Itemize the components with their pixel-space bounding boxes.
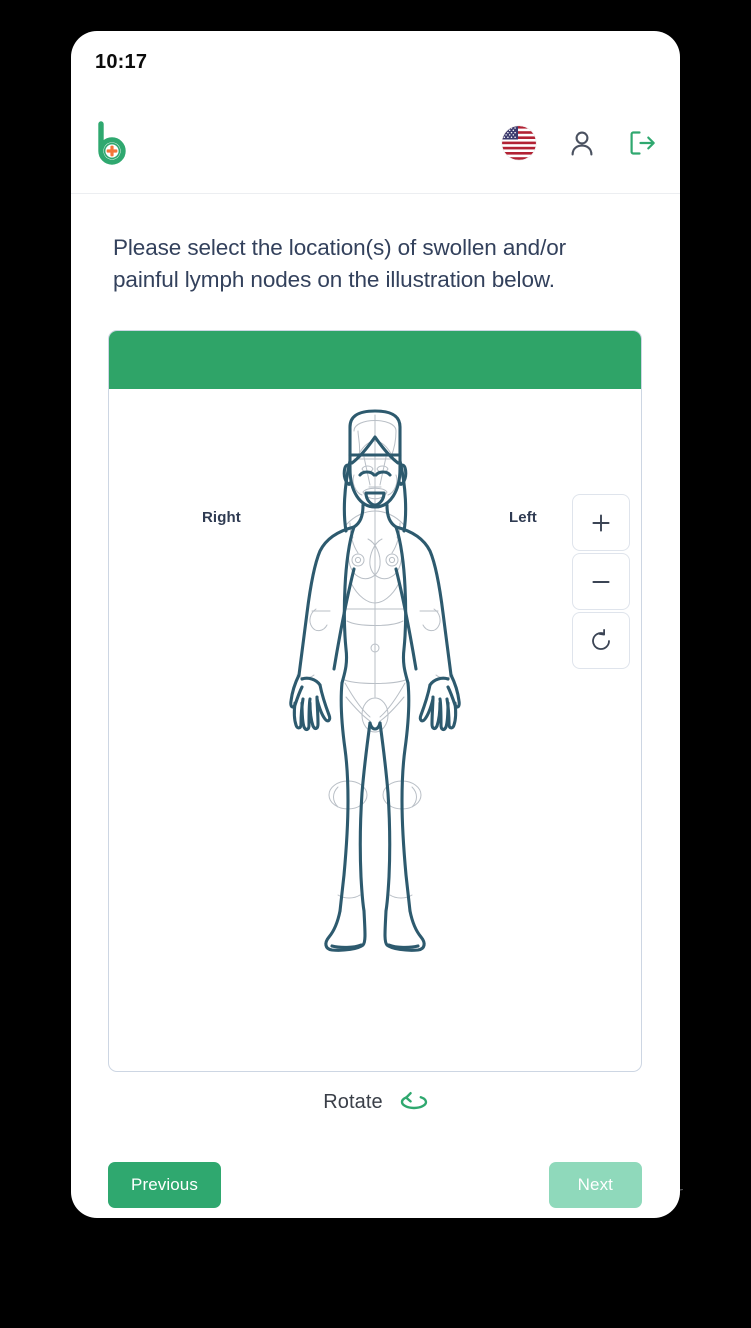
language-flag-icon[interactable]	[502, 126, 536, 160]
question-line-1: Please select the location(s) of swollen…	[113, 235, 567, 260]
app-header-actions	[502, 126, 656, 160]
panel-header-bar	[109, 331, 641, 389]
body-map-panel: Right Left	[108, 330, 642, 1072]
female-body-front-illustration[interactable]	[109, 389, 641, 1071]
page-title: Please select the location(s) of swollen…	[113, 232, 633, 296]
status-bar-time: 10:17	[95, 50, 148, 73]
user-account-icon[interactable]	[568, 129, 596, 158]
screen-root: 10:17 Please select the location(s) of s…	[0, 0, 751, 1328]
question-line-2: painful lymph nodes on the illustration …	[113, 267, 555, 292]
status-bar: 10:17	[71, 31, 680, 93]
wizard-footer: Previous Next	[71, 1162, 680, 1208]
app-header	[71, 93, 680, 194]
logout-icon[interactable]	[628, 129, 656, 157]
panel-canvas[interactable]: Right Left	[109, 389, 641, 1071]
brand-logo-b-cross-icon[interactable]	[95, 121, 135, 165]
rotate-label: Rotate	[323, 1091, 383, 1113]
next-button: Next	[548, 1162, 642, 1208]
rotate-control[interactable]: Rotate	[71, 1089, 680, 1116]
previous-button[interactable]: Previous	[108, 1162, 221, 1208]
phone-viewport: 10:17 Please select the location(s) of s…	[71, 31, 680, 1218]
rotate-3d-icon[interactable]	[400, 1089, 428, 1116]
